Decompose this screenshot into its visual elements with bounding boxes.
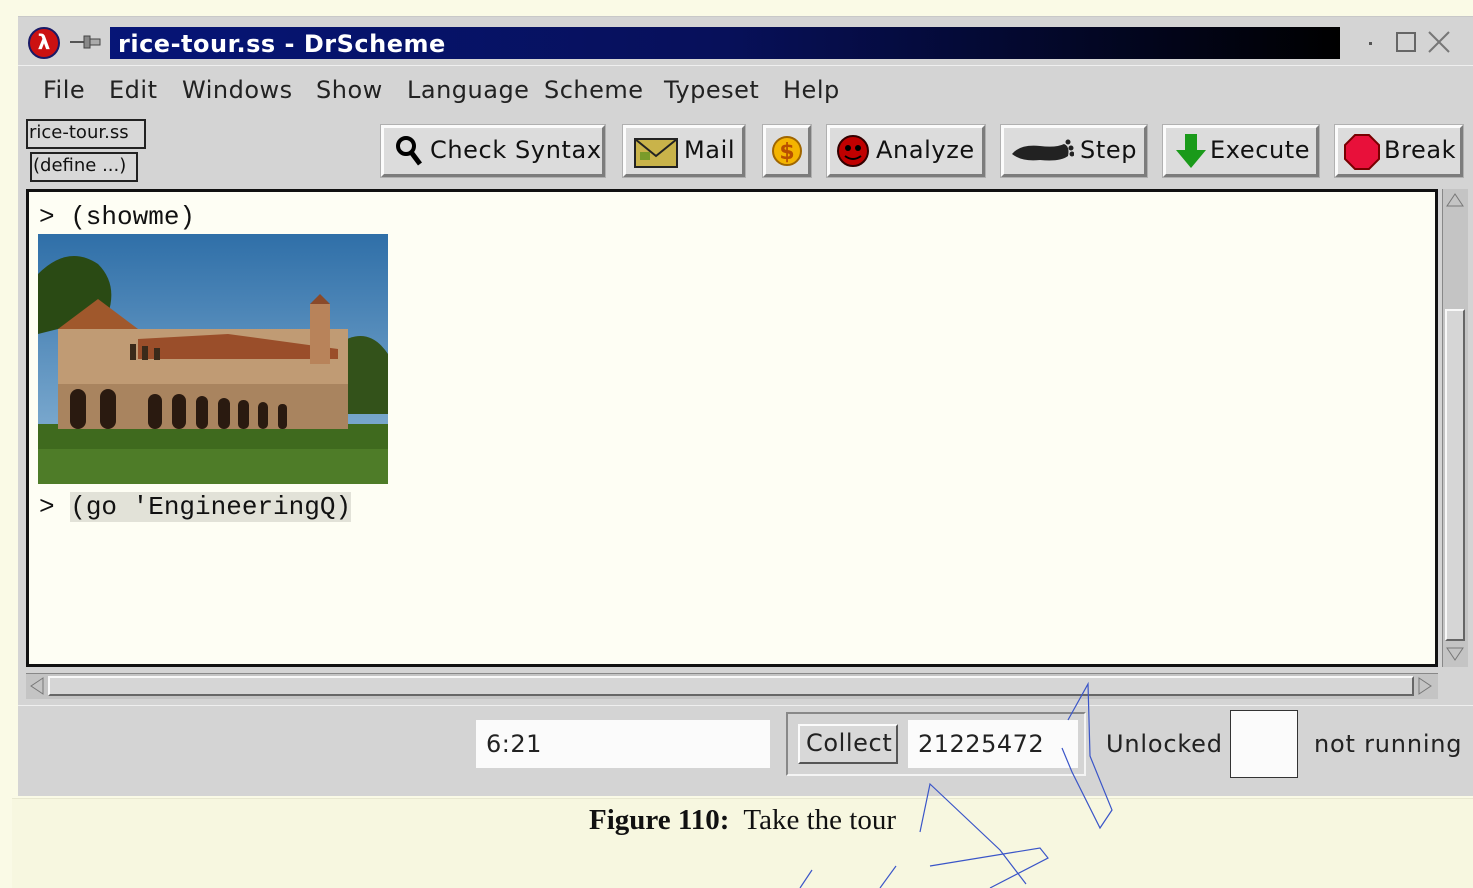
menu-scheme[interactable]: Scheme <box>544 76 644 104</box>
minimize-icon[interactable] <box>1358 29 1384 55</box>
interactions-window[interactable]: > (showme) > (go 'EngineeringQ) <box>26 189 1438 667</box>
status-bar: 6:21 Collect 21225472 Unlocked not runni… <box>18 705 1473 796</box>
menu-edit[interactable]: Edit <box>109 76 157 104</box>
figure-caption: Figure 110: Take the tour <box>12 804 1473 837</box>
analyze-button[interactable]: Analyze <box>827 125 985 177</box>
menu-typeset[interactable]: Typeset <box>664 76 759 104</box>
menu-bar: File Edit Windows Show Language Scheme T… <box>18 65 1473 115</box>
spider-icon <box>837 135 869 167</box>
collect-button[interactable]: Collect <box>798 724 898 764</box>
file-name-button[interactable]: rice-tour.ss <box>26 119 146 149</box>
check-syntax-button[interactable]: Check Syntax <box>381 125 605 177</box>
svg-text:$: $ <box>779 140 794 165</box>
window-title: rice-tour.ss - DrScheme <box>118 30 446 58</box>
title-field[interactable]: rice-tour.ss - DrScheme <box>110 27 1340 59</box>
maximize-icon[interactable] <box>1393 29 1419 55</box>
down-arrow-icon <box>1176 134 1206 168</box>
magnifier-icon <box>396 136 422 166</box>
scroll-up-icon[interactable] <box>1445 191 1465 209</box>
analyze-label: Analyze <box>876 136 975 164</box>
running-status: not running <box>1314 730 1463 758</box>
menu-show[interactable]: Show <box>316 76 383 104</box>
scroll-down-icon[interactable] <box>1445 645 1465 663</box>
lambda-logo-icon[interactable]: λ <box>28 27 60 59</box>
execute-label: Execute <box>1210 136 1311 164</box>
memory-usage-field: 21225472 <box>908 720 1078 768</box>
prompt-marker: > <box>39 492 71 522</box>
dollar-icon: $ <box>772 136 802 166</box>
toolbar: rice-tour.ss (define ...) Check Syntax M… <box>18 114 1473 188</box>
go-command-line: > (go 'EngineeringQ) <box>39 492 352 522</box>
check-syntax-label: Check Syntax <box>430 136 602 164</box>
close-icon[interactable] <box>1426 29 1452 55</box>
mail-label: Mail <box>684 136 736 164</box>
blank-row <box>12 843 1473 888</box>
scroll-right-icon[interactable] <box>1416 676 1434 696</box>
menu-help[interactable]: Help <box>783 76 840 104</box>
execute-button[interactable]: Execute <box>1163 125 1319 177</box>
mail-button[interactable]: Mail <box>623 125 745 177</box>
menu-language[interactable]: Language <box>407 76 529 104</box>
cursor-position-field: 6:21 <box>476 720 770 768</box>
figure-text: Take the tour <box>743 804 896 836</box>
vertical-scrollbar[interactable] <box>1442 189 1468 667</box>
caption-row: Figure 110: Take the tour <box>12 798 1473 844</box>
campus-photo <box>38 234 388 484</box>
highlighted-expression: (go 'EngineeringQ) <box>70 492 352 522</box>
scroll-left-icon[interactable] <box>28 676 46 696</box>
figure-number: Figure 110: <box>589 804 730 836</box>
step-label: Step <box>1080 136 1138 164</box>
memory-panel: Collect 21225472 <box>786 712 1086 776</box>
envelope-icon <box>634 138 678 168</box>
define-menu-button[interactable]: (define ...) <box>30 152 138 182</box>
pin-icon[interactable] <box>68 31 104 53</box>
menu-windows[interactable]: Windows <box>182 76 293 104</box>
break-button[interactable]: Break <box>1335 125 1463 177</box>
foot-icon <box>1012 139 1074 161</box>
dollar-button[interactable]: $ <box>763 125 811 177</box>
vertical-scroll-thumb[interactable] <box>1445 309 1465 641</box>
showme-line: > (showme) <box>39 202 196 232</box>
step-button[interactable]: Step <box>1001 125 1147 177</box>
lock-status: Unlocked <box>1106 730 1223 758</box>
horizontal-scroll-thumb[interactable] <box>48 676 1414 696</box>
stop-sign-icon <box>1344 134 1380 170</box>
lock-indicator-box[interactable] <box>1230 710 1298 778</box>
menu-file[interactable]: File <box>43 76 85 104</box>
drscheme-window: λ rice-tour.ss - DrScheme File Edit Wind… <box>18 16 1473 796</box>
break-label: Break <box>1384 136 1457 164</box>
title-bar: λ rice-tour.ss - DrScheme <box>18 17 1473 65</box>
horizontal-scrollbar[interactable] <box>26 673 1438 699</box>
